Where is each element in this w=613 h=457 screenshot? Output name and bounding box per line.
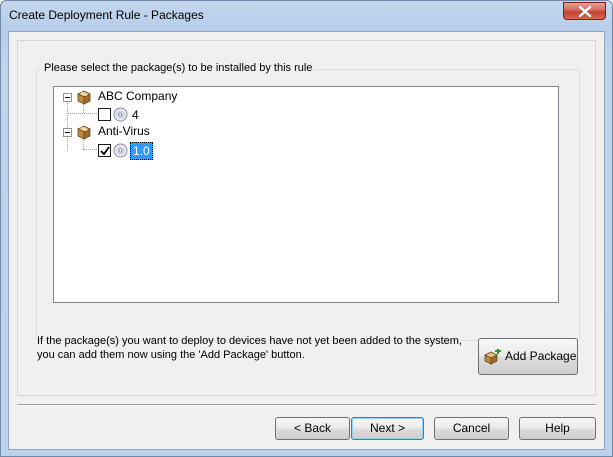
collapse-toggle-anti-virus[interactable]	[63, 128, 72, 137]
add-package-button[interactable]: Add Package	[478, 338, 578, 375]
info-text: If the package(s) you want to deploy to …	[37, 334, 477, 362]
info-line-2: you can add them now using the 'Add Pack…	[37, 349, 305, 361]
package-box-icon	[77, 125, 91, 140]
title-bar[interactable]: Create Deployment Rule - Packages	[1, 1, 612, 31]
cd-version-icon	[113, 143, 128, 158]
cd-version-icon	[113, 107, 128, 122]
window-title: Create Deployment Rule - Packages	[9, 8, 204, 22]
tree-node-version-1-0[interactable]: 1.0	[130, 142, 153, 160]
button-separator	[17, 404, 596, 406]
back-button[interactable]: < Back	[275, 417, 350, 440]
checkbox-abc-company-4[interactable]	[98, 108, 111, 121]
close-button[interactable]	[563, 2, 606, 20]
dialog-client-area: Please select the package(s) to be insta…	[8, 31, 605, 450]
checkmark-icon	[100, 146, 110, 156]
package-tree[interactable]: ABC Company 4 Anti-Virus 1.0	[53, 86, 559, 303]
info-line-1: If the package(s) you want to deploy to …	[37, 335, 462, 347]
add-package-icon	[484, 349, 501, 365]
cancel-button[interactable]: Cancel	[434, 417, 509, 440]
tree-line	[67, 100, 69, 130]
tree-node-anti-virus[interactable]: Anti-Virus	[98, 123, 150, 139]
dialog-window: Create Deployment Rule - Packages Please…	[0, 0, 613, 457]
add-package-label: Add Package	[505, 349, 577, 363]
tree-line	[83, 149, 99, 151]
tree-node-version-4[interactable]: 4	[132, 107, 139, 123]
package-box-icon	[77, 90, 91, 105]
groupbox-label: Please select the package(s) to be insta…	[42, 62, 315, 74]
help-button[interactable]: Help	[519, 417, 596, 440]
close-icon	[578, 6, 592, 17]
collapse-toggle-abc-company[interactable]	[63, 93, 72, 102]
next-button[interactable]: Next >	[351, 417, 424, 440]
tree-node-abc-company[interactable]: ABC Company	[98, 88, 177, 104]
tree-line	[67, 113, 99, 115]
checkbox-anti-virus-1-0[interactable]	[98, 144, 111, 157]
tree-line	[67, 135, 69, 151]
